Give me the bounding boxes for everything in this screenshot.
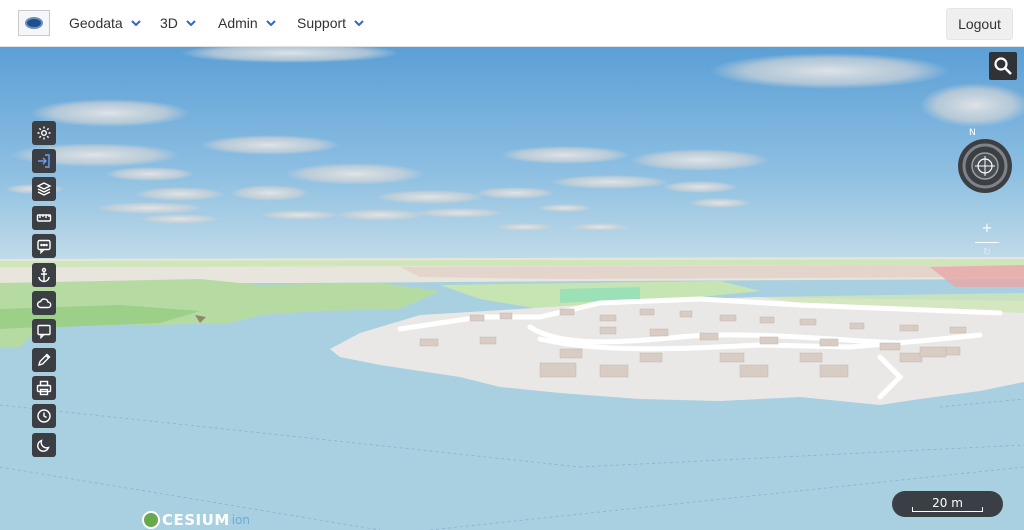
cesium-logo-icon: [142, 511, 160, 529]
zoom-in-button[interactable]: +: [980, 222, 994, 236]
chevron-down-icon: [354, 20, 364, 27]
nav-geodata-menu[interactable]: Geodata: [69, 15, 142, 31]
cesium-3d-viewport[interactable]: N + ↻ 20 m CESIUM ion: [0, 47, 1024, 530]
municipality-logo[interactable]: [18, 10, 50, 36]
print-icon: [36, 380, 52, 396]
chevron-down-icon: [265, 20, 276, 27]
top-navbar: Geodata 3D Admin Support Logout: [0, 0, 1024, 47]
cloud-button[interactable]: [32, 291, 56, 315]
comment-icon: [37, 324, 51, 339]
anchor-icon: [38, 267, 50, 283]
time-button[interactable]: [32, 404, 56, 428]
layers-icon: [36, 182, 52, 196]
zoom-slider[interactable]: [975, 242, 999, 243]
compass-icon: [958, 139, 1012, 193]
cloud-icon: [36, 298, 52, 309]
print-button[interactable]: [32, 376, 56, 400]
credit-brand: CESIUM: [162, 511, 230, 529]
navigation-compass[interactable]: [957, 138, 1013, 194]
settings-button[interactable]: [32, 121, 56, 145]
moon-icon: [37, 439, 50, 452]
chevron-down-icon: [186, 20, 196, 27]
nav-3d-label: 3D: [160, 15, 178, 31]
nav-3d-menu[interactable]: 3D: [160, 15, 197, 31]
login-button[interactable]: [32, 149, 56, 173]
nav-admin-label: Admin: [218, 15, 258, 31]
logout-button[interactable]: Logout: [946, 8, 1013, 40]
login-icon: [38, 154, 50, 168]
comment-button[interactable]: [32, 319, 56, 343]
zoom-reset-icon[interactable]: ↻: [981, 247, 993, 259]
nav-geodata-label: Geodata: [69, 15, 123, 31]
measure-icon: [36, 214, 52, 222]
logo-emblem-icon: [25, 17, 43, 29]
nav-support-menu[interactable]: Support: [297, 15, 365, 31]
scale-ruler: [912, 507, 983, 512]
settings-icon: [37, 126, 51, 140]
layers-button[interactable]: [32, 177, 56, 201]
nav-admin-menu[interactable]: Admin: [218, 15, 277, 31]
anchor-button[interactable]: [32, 263, 56, 287]
search-icon: [994, 57, 1012, 75]
compass-north-label: N: [969, 128, 976, 138]
search-button[interactable]: [989, 52, 1017, 80]
measure-button[interactable]: [32, 206, 56, 230]
distance-scale-bar: 20 m: [892, 491, 1003, 517]
cesium-ion-credit[interactable]: CESIUM ion: [142, 511, 250, 529]
credit-product: ion: [231, 513, 251, 527]
chat-button[interactable]: [32, 234, 56, 258]
pencil-icon: [37, 353, 51, 367]
chevron-down-icon: [131, 20, 141, 27]
chat-icon: [37, 239, 51, 254]
clock-icon: [37, 409, 51, 423]
draw-button[interactable]: [32, 348, 56, 372]
nav-support-label: Support: [297, 15, 347, 31]
night-mode-button[interactable]: [32, 433, 56, 457]
map-scene[interactable]: [0, 47, 1024, 530]
